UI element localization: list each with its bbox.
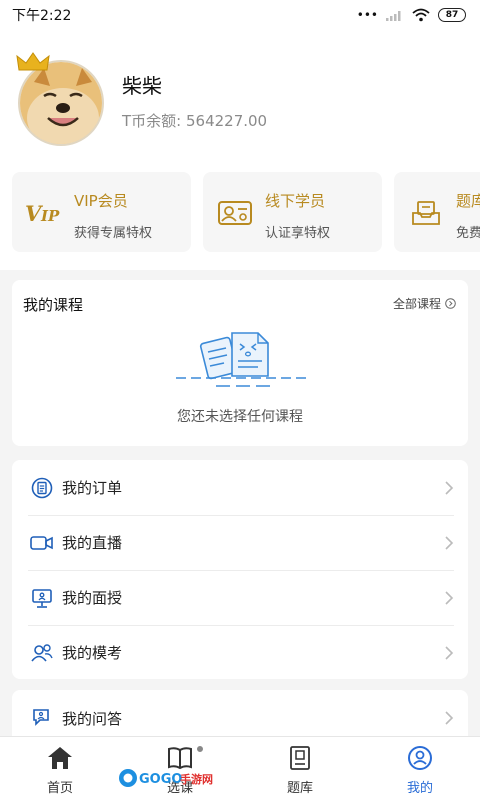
home-icon (48, 747, 72, 769)
question-bank-card[interactable]: 题库 免费 (394, 172, 480, 252)
menu-item-mock-exams-label: 我的模考 (62, 644, 123, 662)
question-bank-tab-icon (290, 746, 310, 770)
menu-item-mock-exams[interactable]: 我的模考 (12, 625, 468, 680)
svg-text:IP: IP (40, 207, 60, 225)
menu-item-lectures-label: 我的面授 (62, 589, 123, 607)
menu-item-lectures[interactable]: 我的面授 (12, 570, 468, 625)
profile-icon (408, 746, 432, 770)
question-bank-icon (406, 196, 446, 230)
menu-item-live[interactable]: 我的直播 (12, 515, 468, 570)
menu-item-live-label: 我的直播 (62, 534, 123, 552)
mock-exam-icon (30, 641, 54, 665)
profile-header: 柴柴 T币余额: 564227.00 V IP VIP会员 获得专属特权 线下学员… (0, 30, 480, 270)
tab-question-bank-label: 题库 (286, 781, 313, 796)
menu-item-orders-label: 我的订单 (62, 479, 123, 497)
my-courses-title: 我的课程 (23, 296, 84, 314)
lecture-icon (30, 586, 54, 610)
chevron-right-icon (445, 535, 454, 550)
my-courses-panel: 我的课程 全部课程 您还未选择任何课程 (12, 280, 468, 446)
qa-icon (30, 706, 54, 730)
tab-home-label: 首页 (46, 781, 73, 796)
menu-item-orders[interactable]: 我的订单 (12, 460, 468, 515)
privilege-cards: V IP VIP会员 获得专属特权 线下学员 认证享特权 题库 免费 (12, 172, 480, 252)
chevron-right-icon (445, 711, 454, 725)
empty-courses-text: 您还未选择任何课程 (177, 409, 303, 425)
tab-home[interactable]: 首页 (0, 737, 120, 800)
new-badge (196, 745, 204, 753)
status-time: 下午2:22 (12, 8, 72, 24)
question-bank-subtitle: 免费 (456, 226, 480, 241)
all-courses-link[interactable]: 全部课程 (393, 295, 456, 312)
menu-item-qa-label: 我的问答 (62, 709, 123, 728)
account-menu: 我的订单 我的直播 我的面授 我的模考 (12, 460, 468, 679)
vip-card-subtitle: 获得专属特权 (74, 226, 153, 241)
vip-card-title: VIP会员 (74, 192, 128, 210)
all-courses-label: 全部课程 (392, 297, 441, 311)
offline-student-subtitle: 认证享特权 (265, 226, 331, 241)
tab-question-bank[interactable]: 题库 (240, 737, 360, 800)
watermark-logo: GOGO 手游网 (118, 766, 216, 790)
chevron-right-icon (445, 590, 454, 605)
offline-student-title: 线下学员 (265, 192, 326, 210)
question-bank-title: 题库 (456, 192, 480, 210)
battery-icon: 87 (438, 8, 466, 22)
empty-courses-illustration (176, 332, 308, 387)
bottom-tab-bar: 首页 选课 题库 我的 (0, 736, 480, 800)
order-icon (30, 476, 54, 500)
svg-text:手游网: 手游网 (180, 772, 213, 786)
live-camera-icon (30, 531, 54, 555)
signal-icon (386, 11, 401, 21)
id-card-icon (215, 196, 255, 230)
svg-text:GOGO: GOGO (139, 772, 182, 787)
vip-card[interactable]: V IP VIP会员 获得专属特权 (12, 172, 191, 252)
status-bar: 下午2:22 ••• 87 (0, 0, 480, 30)
chevron-right-circle-icon (445, 298, 456, 309)
chevron-right-icon (445, 480, 454, 495)
chevron-right-icon (445, 645, 454, 660)
wifi-icon (412, 8, 430, 22)
tab-profile[interactable]: 我的 (360, 737, 480, 800)
status-icons: ••• 87 (357, 8, 466, 22)
offline-student-card[interactable]: 线下学员 认证享特权 (203, 172, 382, 252)
vip-icon: V IP (24, 196, 64, 230)
tab-profile-label: 我的 (406, 781, 433, 796)
more-dots-icon: ••• (356, 8, 378, 22)
